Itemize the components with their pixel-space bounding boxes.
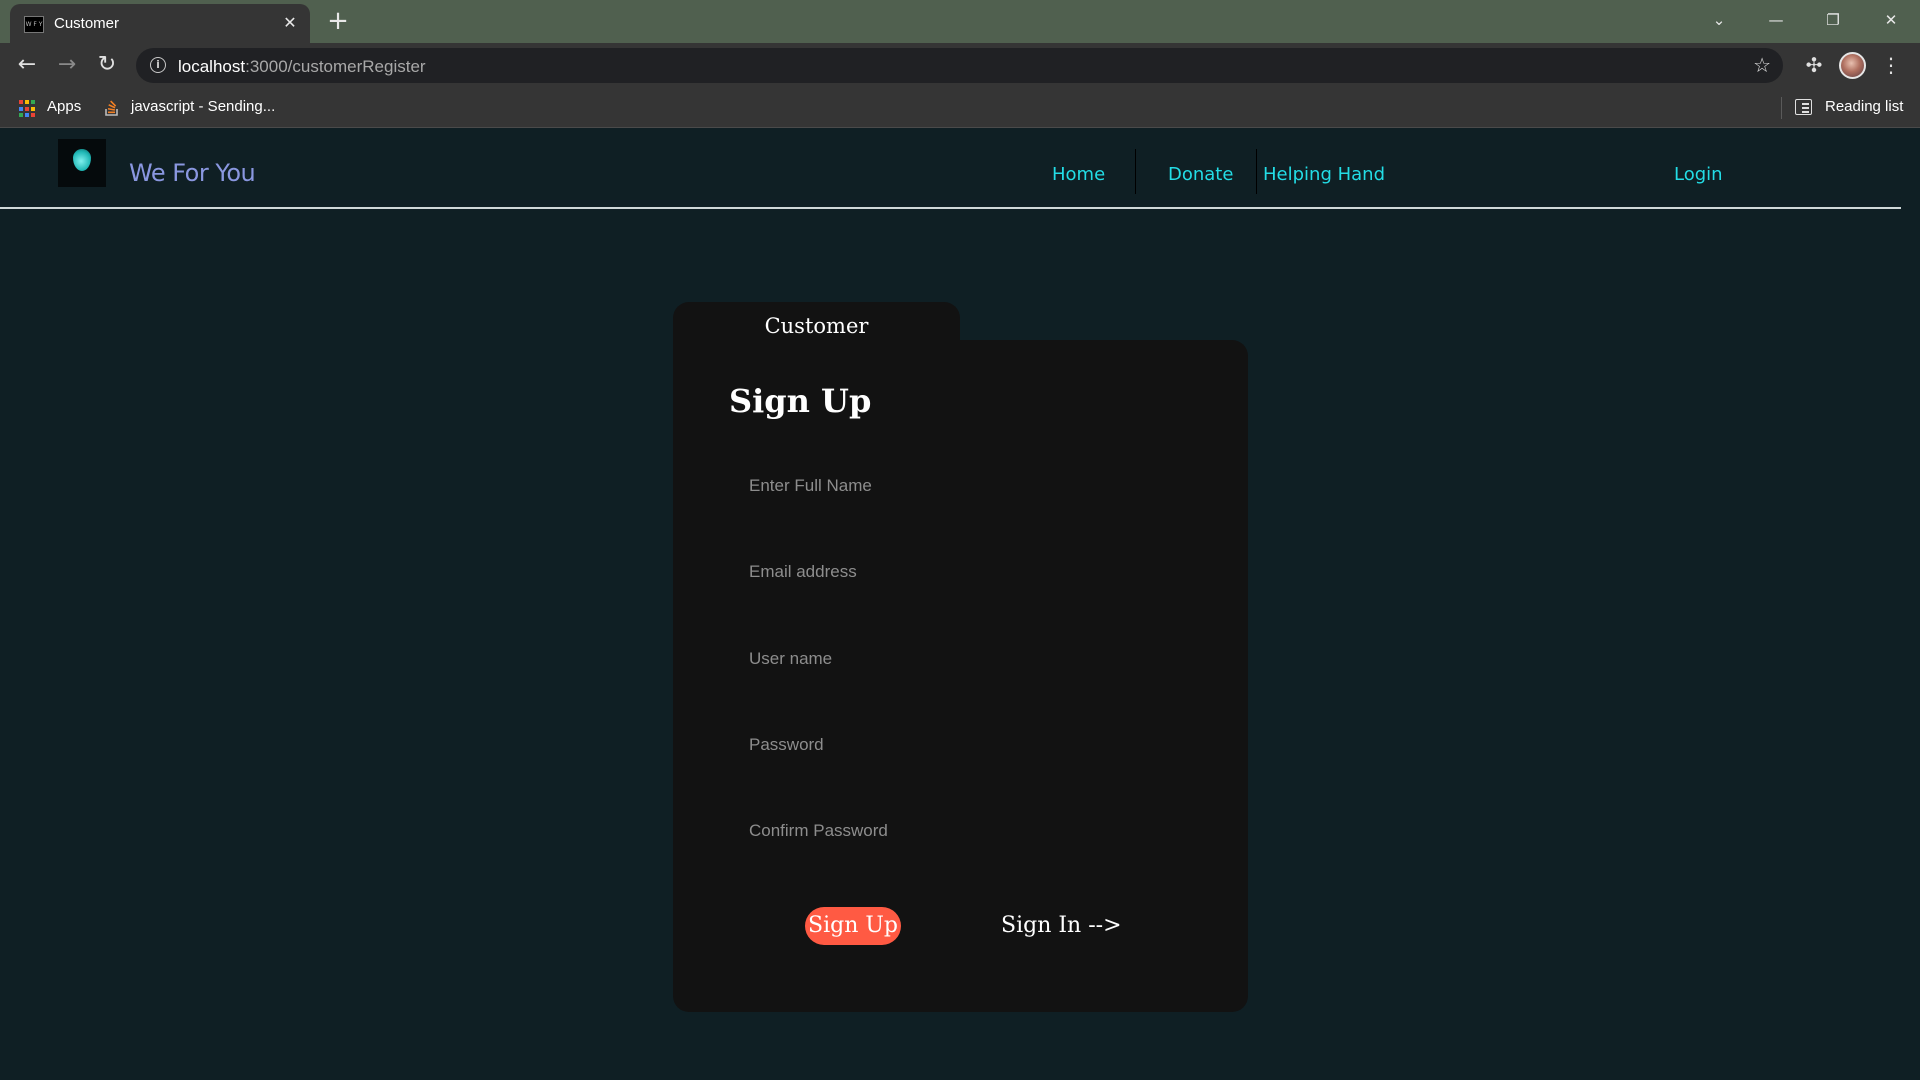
bookmarks-bar: Apps javascript - Sending... Reading lis… (0, 88, 1920, 128)
bookmark-javascript[interactable]: javascript - Sending... (131, 98, 275, 115)
new-tab-plus-icon[interactable]: + (324, 8, 352, 36)
tab-close-icon[interactable]: ✕ (280, 13, 300, 33)
reading-list-label[interactable]: Reading list (1825, 98, 1903, 115)
back-arrow-icon[interactable]: ← (12, 50, 42, 80)
signup-card: Sign Up Sign Up Sign In --> (673, 340, 1248, 1012)
signin-link[interactable]: Sign In --> (1001, 913, 1122, 938)
url-text[interactable]: localhost:3000/customerRegister (178, 57, 426, 77)
nav-divider (1135, 149, 1136, 194)
window-close-icon[interactable]: ✕ (1876, 6, 1906, 34)
nav-divider (1256, 149, 1257, 194)
nav-link-donate[interactable]: Donate (1168, 164, 1233, 185)
username-input[interactable] (749, 639, 1169, 679)
browser-menu-icon[interactable]: ⋮ (1880, 50, 1902, 80)
tab-favicon-icon: W F Y (24, 16, 44, 33)
reading-list-icon[interactable] (1795, 99, 1812, 115)
signup-title: Sign Up (729, 382, 872, 420)
customer-tab-label: Customer (764, 314, 869, 338)
apps-grid-icon[interactable] (19, 100, 37, 118)
bookmark-apps[interactable]: Apps (47, 98, 81, 115)
bookmark-star-icon[interactable]: ☆ (1753, 53, 1771, 77)
nav-link-home[interactable]: Home (1052, 164, 1105, 185)
reload-icon[interactable]: ↻ (92, 50, 122, 80)
browser-tab-strip: W F Y Customer ✕ + ⌄ — ❐ ✕ (0, 0, 1920, 43)
water-drop-icon (73, 149, 91, 171)
brand-name[interactable]: We For You (129, 159, 256, 187)
tab-search-chevron-icon[interactable]: ⌄ (1704, 6, 1734, 34)
forward-arrow-icon[interactable]: → (52, 50, 82, 80)
password-input[interactable] (749, 725, 1169, 765)
nav-link-helping-hand[interactable]: Helping Hand (1263, 164, 1385, 185)
extensions-puzzle-icon[interactable]: ✣ (1799, 50, 1829, 80)
browser-toolbar: ← → ↻ i localhost:3000/customerRegister … (0, 43, 1920, 88)
restore-icon[interactable]: ❐ (1818, 6, 1848, 34)
browser-tab[interactable]: W F Y Customer ✕ (10, 4, 310, 43)
confirm-password-input[interactable] (749, 811, 1169, 851)
url-path: :3000/customerRegister (245, 57, 426, 76)
tab-title: Customer (54, 15, 120, 32)
bookmarks-divider (1781, 97, 1782, 119)
profile-avatar[interactable] (1839, 52, 1866, 79)
email-input[interactable] (749, 552, 1169, 592)
url-host: localhost (178, 57, 246, 76)
site-logo[interactable] (58, 139, 106, 187)
minimize-icon[interactable]: — (1761, 6, 1791, 34)
full-name-input[interactable] (749, 466, 1169, 506)
nav-link-login[interactable]: Login (1674, 164, 1723, 185)
address-bar[interactable]: i localhost:3000/customerRegister ☆ (136, 48, 1783, 83)
signup-button[interactable]: Sign Up (805, 907, 901, 945)
stackoverflow-icon (105, 100, 118, 116)
site-navbar: We For You Home Donate Helping Hand Logi… (0, 129, 1901, 209)
site-info-icon[interactable]: i (150, 57, 166, 73)
